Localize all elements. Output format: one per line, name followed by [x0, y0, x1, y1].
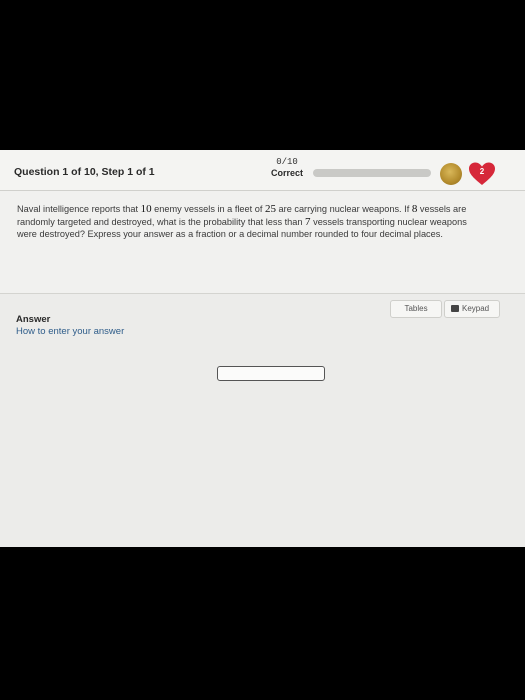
answer-panel: Tables Keypad Answer How to enter your a… [0, 294, 525, 547]
tables-button[interactable]: Tables [390, 300, 442, 318]
keypad-label: Keypad [462, 304, 490, 313]
app-screen: Question 1 of 10, Step 1 of 1 0/10 Corre… [0, 150, 525, 547]
keypad-button[interactable]: Keypad [444, 300, 500, 318]
answer-label: Answer [16, 314, 51, 325]
coin-icon [440, 163, 462, 185]
how-to-enter-link[interactable]: How to enter your answer [16, 326, 124, 337]
score-label: Correct [270, 168, 303, 178]
hearts-count: 2 [479, 167, 485, 176]
progress-bar [313, 169, 431, 177]
score-fraction: 0/10 [276, 157, 298, 167]
question-text: Naval intelligence reports that 10 enemy… [17, 203, 467, 239]
keypad-icon [451, 305, 459, 312]
value-fleet: 25 [264, 203, 276, 215]
score-display: 0/10 Correct [265, 157, 309, 179]
question-header: Question 1 of 10, Step 1 of 1 0/10 Corre… [0, 150, 525, 191]
answer-input[interactable] [217, 366, 325, 381]
value-enemy: 10 [140, 203, 152, 215]
question-panel: Naval intelligence reports that 10 enemy… [0, 191, 525, 293]
question-title: Question 1 of 10, Step 1 of 1 [14, 166, 155, 178]
